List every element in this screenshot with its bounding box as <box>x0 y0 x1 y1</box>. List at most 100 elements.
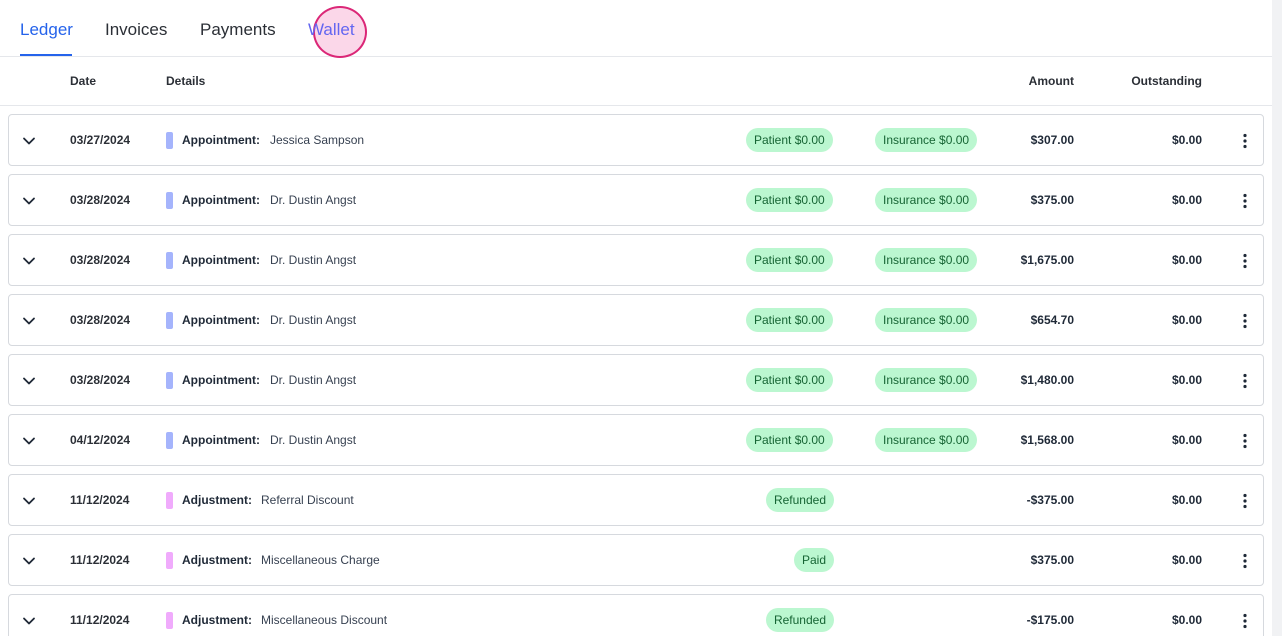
column-amount: Amount <box>1028 74 1074 88</box>
patient-balance-badge: Patient $0.00 <box>746 368 833 392</box>
kebab-vertical-icon[interactable] <box>1235 612 1255 630</box>
ledger-row[interactable]: 03/28/2024 Appointment: Dr. Dustin Angst… <box>8 174 1264 226</box>
kebab-vertical-icon[interactable] <box>1235 312 1255 330</box>
entry-type-label: Appointment: <box>182 133 260 147</box>
entry-type-marker <box>166 432 173 449</box>
entry-type-marker <box>166 612 173 629</box>
kebab-vertical-icon[interactable] <box>1235 252 1255 270</box>
ledger-row[interactable]: 03/28/2024 Appointment: Dr. Dustin Angst… <box>8 354 1264 406</box>
entry-detail: Referral Discount <box>261 493 354 507</box>
ledger-list: 03/27/2024 Appointment: Jessica Sampson … <box>8 114 1264 636</box>
entry-detail: Dr. Dustin Angst <box>270 373 357 387</box>
ledger-row[interactable]: 11/12/2024 Adjustment: Referral Discount… <box>8 474 1264 526</box>
patient-balance-badge: Patient $0.00 <box>746 188 833 212</box>
status-badge: Refunded <box>765 488 834 512</box>
row-outstanding: $0.00 <box>1171 433 1202 447</box>
chevron-down-icon[interactable] <box>21 253 37 269</box>
row-outstanding: $0.00 <box>1171 493 1202 507</box>
row-outstanding: $0.00 <box>1171 253 1202 267</box>
row-outstanding: $0.00 <box>1171 373 1202 387</box>
row-outstanding: $0.00 <box>1171 553 1202 567</box>
tab-wallet[interactable]: Wallet <box>308 20 355 40</box>
tab-ledger[interactable]: Ledger <box>20 20 73 40</box>
entry-type-label: Appointment: <box>182 433 260 447</box>
row-amount: $1,480.00 <box>1020 373 1074 387</box>
row-date: 04/12/2024 <box>70 433 131 447</box>
row-date: 03/28/2024 <box>70 313 131 327</box>
tab-payments[interactable]: Payments <box>200 20 276 40</box>
chevron-down-icon[interactable] <box>21 373 37 389</box>
row-outstanding: $0.00 <box>1171 313 1202 327</box>
ledger-row[interactable]: 11/12/2024 Adjustment: Miscellaneous Dis… <box>8 594 1264 636</box>
entry-type-label: Adjustment: <box>182 493 252 507</box>
entry-type-marker <box>166 252 173 269</box>
patient-balance-badge: Patient $0.00 <box>746 308 833 332</box>
entry-type-label: Appointment: <box>182 373 260 387</box>
entry-detail: Dr. Dustin Angst <box>270 253 357 267</box>
entry-type-marker <box>166 132 173 149</box>
entry-type-marker <box>166 552 173 569</box>
insurance-balance-badge: Insurance $0.00 <box>875 428 978 452</box>
kebab-vertical-icon[interactable] <box>1235 552 1255 570</box>
chevron-down-icon[interactable] <box>21 493 37 509</box>
chevron-down-icon[interactable] <box>21 433 37 449</box>
entry-type-marker <box>166 492 173 509</box>
chevron-down-icon[interactable] <box>21 313 37 329</box>
ledger-row[interactable]: 03/27/2024 Appointment: Jessica Sampson … <box>8 114 1264 166</box>
row-amount: $375.00 <box>1030 553 1074 567</box>
row-date: 03/28/2024 <box>70 193 131 207</box>
entry-detail: Miscellaneous Charge <box>261 553 380 567</box>
insurance-balance-badge: Insurance $0.00 <box>875 248 978 272</box>
insurance-balance-badge: Insurance $0.00 <box>875 188 978 212</box>
column-date: Date <box>70 74 97 88</box>
row-date: 11/12/2024 <box>70 553 130 567</box>
chevron-down-icon[interactable] <box>21 133 37 149</box>
column-outstanding: Outstanding <box>1131 74 1202 88</box>
kebab-vertical-icon[interactable] <box>1235 372 1255 390</box>
entry-type-marker <box>166 192 173 209</box>
ledger-app: Ledger Invoices Payments Wallet Date Det… <box>0 0 1282 636</box>
ledger-row[interactable]: 03/28/2024 Appointment: Dr. Dustin Angst… <box>8 294 1264 346</box>
ledger-row[interactable]: 03/28/2024 Appointment: Dr. Dustin Angst… <box>8 234 1264 286</box>
chevron-down-icon[interactable] <box>21 193 37 209</box>
row-date: 03/27/2024 <box>70 133 131 147</box>
row-date: 11/12/2024 <box>70 493 130 507</box>
entry-type-label: Appointment: <box>182 193 260 207</box>
entry-detail: Jessica Sampson <box>270 133 365 147</box>
ledger-row[interactable]: 04/12/2024 Appointment: Dr. Dustin Angst… <box>8 414 1264 466</box>
row-amount: $1,675.00 <box>1020 253 1074 267</box>
entry-type-label: Appointment: <box>182 313 260 327</box>
tab-invoices[interactable]: Invoices <box>105 20 167 40</box>
insurance-balance-badge: Insurance $0.00 <box>875 308 978 332</box>
row-outstanding: $0.00 <box>1171 193 1202 207</box>
row-date: 03/28/2024 <box>70 373 131 387</box>
row-amount: -$375.00 <box>1026 493 1074 507</box>
insurance-balance-badge: Insurance $0.00 <box>875 128 978 152</box>
row-date: 11/12/2024 <box>70 613 130 627</box>
insurance-balance-badge: Insurance $0.00 <box>875 368 978 392</box>
status-badge: Refunded <box>765 608 834 632</box>
kebab-vertical-icon[interactable] <box>1235 432 1255 450</box>
patient-balance-badge: Patient $0.00 <box>746 428 833 452</box>
column-header: Date Details Amount Outstanding <box>0 57 1272 106</box>
entry-detail: Miscellaneous Discount <box>261 613 388 627</box>
row-amount: -$175.00 <box>1026 613 1074 627</box>
row-amount: $1,568.00 <box>1020 433 1074 447</box>
scrollbar[interactable] <box>1272 0 1282 636</box>
entry-detail: Dr. Dustin Angst <box>270 433 357 447</box>
entry-type-marker <box>166 312 173 329</box>
row-outstanding: $0.00 <box>1171 613 1202 627</box>
row-amount: $375.00 <box>1030 193 1074 207</box>
chevron-down-icon[interactable] <box>21 613 37 629</box>
entry-type-label: Adjustment: <box>182 553 252 567</box>
ledger-row[interactable]: 11/12/2024 Adjustment: Miscellaneous Cha… <box>8 534 1264 586</box>
row-outstanding: $0.00 <box>1171 133 1202 147</box>
kebab-vertical-icon[interactable] <box>1235 192 1255 210</box>
chevron-down-icon[interactable] <box>21 553 37 569</box>
column-details: Details <box>166 74 206 88</box>
kebab-vertical-icon[interactable] <box>1235 132 1255 150</box>
entry-type-marker <box>166 372 173 389</box>
patient-balance-badge: Patient $0.00 <box>746 248 833 272</box>
kebab-vertical-icon[interactable] <box>1235 492 1255 510</box>
entry-type-label: Adjustment: <box>182 613 252 627</box>
